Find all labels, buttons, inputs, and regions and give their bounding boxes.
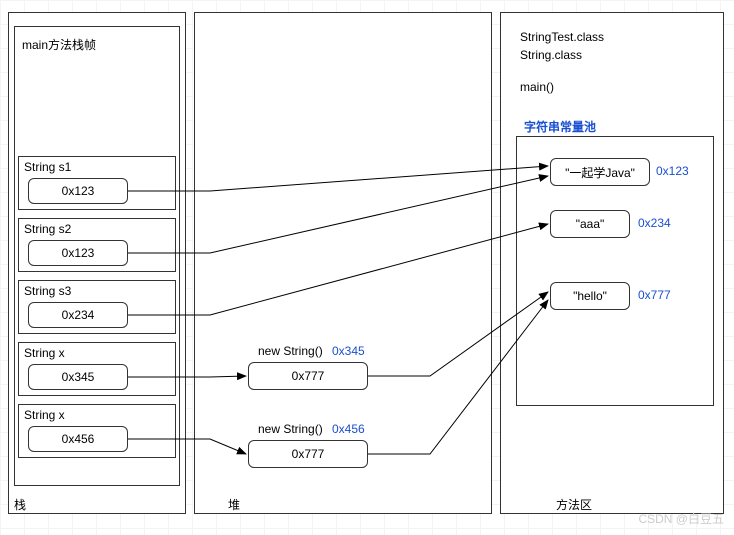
heap-obj1-header: new String() [258,344,323,358]
stack-var-x1-value: 0x345 [62,370,95,384]
stack-var-x2-value: 0x456 [62,432,95,446]
pool-item-2-addr: 0x234 [638,216,671,230]
heap-obj2-addr: 0x456 [332,422,365,436]
heap-area-label: 堆 [228,496,240,513]
stack-var-x1-name: String x [24,346,65,360]
pool-item-1-box: "一起学Java" [550,158,650,186]
pool-item-3-box: "hello" [550,282,630,310]
stack-var-s2-value: 0x123 [62,246,95,260]
method-area-label: 方法区 [556,496,592,513]
pool-item-3-addr: 0x777 [638,288,671,302]
stack-var-x2-name: String x [24,408,65,422]
stack-var-s2-name: String s2 [24,222,71,236]
stack-var-s1-name: String s1 [24,160,71,174]
pool-item-2-box: "aaa" [550,210,630,238]
watermark: CSDN @白豆五 [638,510,724,527]
stack-area-label: 栈 [14,496,26,513]
stack-var-s2-value-box: 0x123 [28,240,128,266]
stack-var-s3-value-box: 0x234 [28,302,128,328]
heap-obj1-value: 0x777 [292,369,325,383]
stack-var-x1-value-box: 0x345 [28,364,128,390]
stack-var-s1-value-box: 0x123 [28,178,128,204]
heap-obj2-header: new String() [258,422,323,436]
heap-obj2-value: 0x777 [292,447,325,461]
pool-item-1-addr: 0x123 [656,164,689,178]
heap-obj1-addr: 0x345 [332,344,365,358]
stack-var-s3-name: String s3 [24,284,71,298]
pool-item-2-literal: "aaa" [576,217,605,231]
string-pool-title: 字符串常量池 [524,118,596,135]
method-area-method-0: main() [520,80,554,94]
method-area-class-1: String.class [520,48,582,62]
stack-var-s1-value: 0x123 [62,184,95,198]
pool-item-3-literal: "hello" [573,289,607,303]
heap-obj2-value-box: 0x777 [248,440,368,468]
method-area-class-0: StringTest.class [520,30,604,44]
pool-item-1-literal: "一起学Java" [565,164,635,181]
heap-area [194,12,492,514]
stack-frame-title: main方法栈帧 [22,36,96,53]
stack-var-s3-value: 0x234 [62,308,95,322]
stack-var-x2-value-box: 0x456 [28,426,128,452]
heap-obj1-value-box: 0x777 [248,362,368,390]
